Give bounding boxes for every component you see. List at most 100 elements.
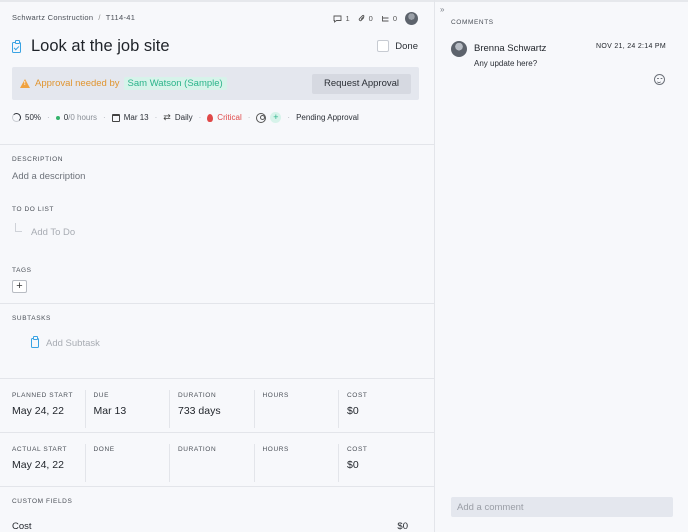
status-prop[interactable]: Pending Approval [296, 113, 359, 122]
priority-value: Critical [217, 113, 242, 122]
cell-value: 733 days [178, 405, 221, 417]
prop-separator: · [154, 113, 158, 122]
flame-icon [207, 113, 214, 122]
cell-value: May 24, 22 [12, 405, 64, 417]
task-detail-panel: Schwartz Construction / T114-41 1 0 0 Look… [0, 0, 435, 532]
actual-dates-row: ACTUAL START May 24, 22 DONE DURATION HOU… [0, 444, 434, 482]
breadcrumb-project[interactable]: Schwartz Construction [12, 13, 93, 22]
cell-label: DURATION [178, 446, 217, 453]
progress-prop[interactable]: 50% [12, 113, 41, 122]
prop-separator: · [198, 113, 202, 122]
planned-dates-row: PLANNED START May 24, 22 DUE Mar 13 DURATI… [0, 390, 434, 428]
divider [0, 432, 434, 433]
avatar [451, 41, 467, 57]
subtasks-count-value: 0 [392, 14, 397, 23]
subtasks-label: SUBTASKS [12, 315, 51, 322]
cost-cell[interactable]: COST $0 [338, 390, 423, 428]
collapse-panel-icon[interactable]: » [440, 5, 445, 14]
add-assignee-icon[interactable]: + [270, 112, 282, 123]
cell-label: DURATION [178, 392, 217, 399]
status-value: Pending Approval [296, 113, 359, 122]
cell-label: DUE [93, 392, 110, 399]
priority-prop[interactable]: Critical [207, 113, 242, 122]
task-properties: 50% · 0/0 hours · Mar 13 · ⇄ Daily · Cri… [12, 112, 359, 123]
divider [0, 144, 434, 145]
recurrence-prop[interactable]: ⇄ Daily [163, 112, 192, 123]
prop-separator: · [47, 113, 50, 122]
progress-ring-icon [12, 113, 21, 122]
planned-start-cell[interactable]: PLANNED START May 24, 22 [0, 390, 85, 428]
divider [0, 378, 434, 379]
comment-date: NOV 21, 24 2:14 PM [596, 43, 666, 50]
attachments-count[interactable]: 0 [358, 14, 373, 23]
task-title[interactable]: Look at the job site [31, 37, 377, 56]
due-date-value: Mar 13 [123, 113, 149, 122]
comment-input[interactable] [451, 497, 673, 517]
description-field[interactable]: Add a description [12, 171, 85, 182]
cell-label: PLANNED START [12, 392, 74, 399]
subtasks-count[interactable]: 0 [381, 14, 397, 23]
custom-fields-label: CUSTOM FIELDS [12, 498, 73, 505]
comment-author: Brenna Schwartz [474, 43, 547, 54]
done-checkbox[interactable] [377, 40, 390, 52]
cell-label: ACTUAL START [12, 446, 68, 453]
hours-total: /0 hours [68, 113, 98, 122]
cell-label: COST [347, 446, 368, 453]
divider [0, 486, 434, 487]
prop-separator: · [103, 113, 106, 122]
cell-label: DONE [93, 446, 115, 453]
subtask-icon [381, 15, 389, 21]
emoji-reaction-icon[interactable] [654, 74, 665, 85]
warning-triangle-icon: ! [20, 79, 30, 88]
cell-value: $0 [347, 405, 359, 417]
task-meta-icons: 1 0 0 [333, 12, 418, 25]
due-date-prop[interactable]: Mar 13 [111, 113, 149, 122]
description-label: DESCRIPTION [12, 156, 64, 163]
comments-panel: » COMMENTS Brenna Schwartz NOV 21, 24 2:… [435, 0, 688, 532]
assignees-prop: + [256, 112, 282, 123]
request-approval-button[interactable]: Request Approval [312, 73, 411, 94]
duration-cell[interactable]: DURATION 733 days [169, 390, 254, 428]
actual-cost-cell[interactable]: COST $0 [338, 444, 423, 482]
breadcrumb-task-id: T114-41 [105, 13, 136, 22]
approval-banner: ! Approval needed by Sam Watson (Sample)… [12, 67, 419, 100]
todo-tree-line [15, 223, 22, 232]
cell-label: HOURS [262, 392, 289, 399]
custom-field-row[interactable]: Cost $0 [12, 521, 408, 532]
title-row: Look at the job site Done [12, 34, 418, 58]
task-clipboard-icon [12, 40, 21, 53]
hours-cell[interactable]: HOURS [253, 390, 339, 428]
recurrence-value: Daily [174, 113, 193, 122]
cell-value: May 24, 22 [12, 459, 64, 471]
add-tag-button[interactable]: + [12, 280, 27, 293]
todo-label: TO DO LIST [12, 206, 54, 213]
tags-label: TAGS [12, 267, 32, 274]
divider [0, 303, 434, 304]
add-todo-input[interactable]: Add To Do [31, 227, 75, 238]
repeat-icon: ⇄ [163, 112, 171, 122]
actual-duration-cell[interactable]: DURATION [169, 444, 254, 482]
comments-label: COMMENTS [451, 19, 494, 26]
done-toggle[interactable]: Done [377, 40, 418, 52]
subtask-clipboard-icon [31, 336, 39, 348]
user-icon[interactable] [256, 112, 267, 123]
comments-count-value: 1 [345, 14, 350, 23]
assignee-avatar[interactable] [405, 12, 418, 25]
due-cell[interactable]: DUE Mar 13 [84, 390, 170, 428]
approver-tag[interactable]: Sam Watson (Sample) [123, 77, 227, 90]
actual-hours-cell[interactable]: HOURS [253, 444, 339, 482]
paperclip-icon [358, 14, 365, 22]
hours-prop[interactable]: 0/0 hours [55, 113, 98, 122]
cell-label: HOURS [262, 446, 289, 453]
comment-text: Any update here? [474, 59, 538, 68]
cell-value: Mar 13 [93, 405, 127, 417]
attachments-count-value: 0 [368, 14, 373, 23]
breadcrumb: Schwartz Construction / T114-41 [12, 13, 135, 22]
prop-separator: · [287, 113, 291, 122]
actual-start-cell[interactable]: ACTUAL START May 24, 22 [0, 444, 85, 482]
comments-count[interactable]: 1 [333, 14, 350, 23]
add-subtask-input[interactable]: Add Subtask [46, 338, 100, 349]
done-cell[interactable]: DONE [84, 444, 170, 482]
breadcrumb-separator: / [98, 13, 101, 22]
cell-label: COST [347, 392, 368, 399]
